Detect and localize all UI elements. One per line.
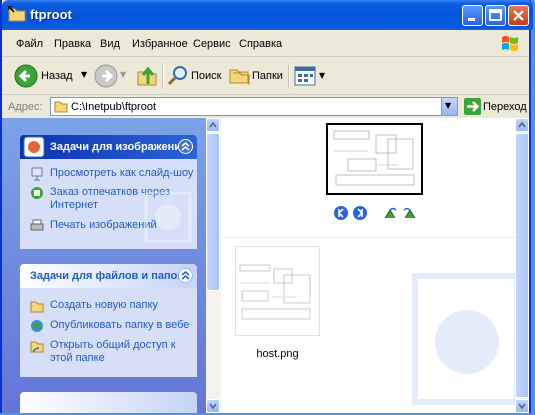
folders-label: Папки	[252, 70, 283, 82]
file-tasks-title: Задачи для файлов и папок	[30, 270, 183, 282]
new-folder-icon	[30, 301, 44, 313]
back-dropdown-icon[interactable]: ▼	[81, 70, 87, 79]
explorer-window: ftproot Файл Правка Вид Избранное Сервис…	[0, 0, 533, 413]
close-icon	[513, 10, 524, 21]
chevron-up-icon	[209, 121, 217, 128]
chevron-up-icon	[518, 121, 526, 128]
up-folder-icon[interactable]	[135, 64, 159, 88]
scroll-down-button[interactable]	[515, 399, 529, 413]
menu-file[interactable]: Файл	[16, 38, 43, 50]
picture-tasks-icon	[23, 136, 45, 158]
share-folder-label: Открыть общий доступ к этой папке	[50, 339, 176, 364]
task-pane-scrollbar[interactable]	[206, 118, 221, 413]
windows-logo-icon	[502, 36, 518, 51]
search-label: Поиск	[191, 70, 222, 82]
slideshow-label: Просмотреть как слайд-шоу	[50, 167, 194, 179]
rotate-counterclockwise-icon[interactable]	[403, 206, 417, 220]
forward-button[interactable]: ▼	[92, 61, 128, 89]
watermark-icon	[144, 191, 192, 243]
window-title: ftproot	[30, 7, 72, 22]
collapse-button[interactable]	[178, 268, 193, 283]
minimize-button[interactable]	[462, 5, 483, 26]
preview-screenshot-image	[333, 130, 415, 186]
collapse-button[interactable]	[178, 139, 193, 154]
views-icon	[294, 66, 316, 86]
image-tasks-body: Просмотреть как слайд-шоу Заказ отпечатк…	[20, 159, 197, 249]
order-prints-icon	[31, 187, 43, 199]
go-arrow-icon	[464, 98, 481, 115]
file-thumbnail[interactable]	[235, 246, 320, 336]
menu-tools[interactable]: Сервис	[193, 38, 231, 50]
address-label: Адрес:	[8, 101, 43, 113]
back-button[interactable]: Назад ▼	[12, 61, 88, 89]
chevron-down-icon	[209, 403, 217, 410]
host-png-thumbnail-image	[239, 264, 311, 320]
file-view: host.png	[221, 118, 529, 413]
scroll-thumb[interactable]	[206, 133, 220, 291]
chevron-down-icon: ▼	[445, 101, 452, 110]
task-pane: Задачи для изображений Просмотреть как с…	[2, 118, 206, 413]
content-area: Задачи для изображений Просмотреть как с…	[2, 118, 529, 413]
folders-icon	[229, 69, 250, 85]
address-value: C:\Inetpub\ftproot	[71, 101, 156, 113]
details-panel	[20, 392, 197, 413]
address-bar: Адрес: C:\Inetpub\ftproot ▼ Переход	[2, 95, 529, 118]
file-tasks-header[interactable]: Задачи для файлов и папок	[20, 264, 197, 288]
menu-view[interactable]: Вид	[100, 38, 120, 50]
chevron-up-icon	[181, 271, 190, 280]
go-label: Переход	[483, 101, 527, 113]
menu-edit[interactable]: Правка	[54, 38, 91, 50]
chevron-down-icon	[518, 403, 526, 410]
back-arrow-icon	[14, 64, 38, 88]
new-folder-label: Создать новую папку	[50, 299, 158, 311]
file-view-scrollbar[interactable]	[515, 118, 529, 413]
toolbar-separator	[288, 63, 290, 89]
publish-web-label: Опубликовать папку в вебе	[50, 319, 190, 331]
folders-button[interactable]: Папки	[228, 61, 284, 89]
toolbar-separator	[162, 63, 164, 89]
back-label: Назад	[41, 70, 73, 82]
views-dropdown-icon[interactable]: ▼	[319, 71, 325, 80]
chevron-up-icon	[181, 142, 190, 151]
close-button[interactable]	[508, 5, 529, 26]
search-icon	[167, 66, 187, 86]
menu-bar: Файл Правка Вид Избранное Сервис Справка	[2, 30, 529, 57]
previous-image-icon[interactable]	[334, 206, 348, 220]
views-button[interactable]: ▼	[294, 63, 328, 89]
slideshow-icon	[31, 167, 43, 181]
publish-web-icon	[31, 320, 43, 332]
forward-arrow-icon	[94, 64, 118, 88]
menu-help[interactable]: Справка	[239, 38, 282, 50]
minimize-icon	[468, 18, 475, 21]
forward-dropdown-icon[interactable]: ▼	[120, 70, 126, 79]
details-header[interactable]	[20, 392, 197, 413]
preview-image	[326, 123, 423, 195]
scroll-thumb[interactable]	[515, 133, 529, 398]
file-tasks-body: Создать новую папку Опубликовать папку в…	[20, 288, 197, 377]
filmstrip-preview	[221, 118, 529, 238]
image-tasks-header[interactable]: Задачи для изображений	[20, 135, 197, 159]
menu-favorites[interactable]: Избранное	[132, 38, 188, 50]
scroll-up-button[interactable]	[515, 118, 529, 132]
title-bar[interactable]: ftproot	[2, 0, 533, 30]
rotate-clockwise-icon[interactable]	[383, 206, 397, 220]
maximize-icon	[489, 9, 502, 21]
scroll-up-button[interactable]	[206, 118, 220, 132]
search-button[interactable]: Поиск	[167, 61, 222, 89]
scroll-down-button[interactable]	[206, 399, 220, 413]
maximize-button[interactable]	[485, 5, 506, 26]
share-folder-icon	[30, 341, 44, 353]
standard-toolbar: Назад ▼ ▼ Поиск Папки ▼	[2, 57, 529, 95]
folder-icon	[8, 6, 26, 22]
watermark-icon	[412, 273, 520, 405]
image-tasks-title: Задачи для изображений	[50, 141, 188, 153]
image-tasks-panel: Задачи для изображений Просмотреть как с…	[20, 135, 197, 249]
folder-icon	[54, 101, 68, 113]
file-tasks-panel: Задачи для файлов и папок Создать новую …	[20, 264, 197, 377]
next-image-icon[interactable]	[353, 206, 367, 220]
address-input[interactable]: C:\Inetpub\ftproot ▼	[50, 97, 458, 116]
print-icon	[30, 219, 44, 231]
file-name[interactable]: host.png	[235, 348, 320, 360]
address-dropdown-button[interactable]: ▼	[441, 98, 457, 115]
